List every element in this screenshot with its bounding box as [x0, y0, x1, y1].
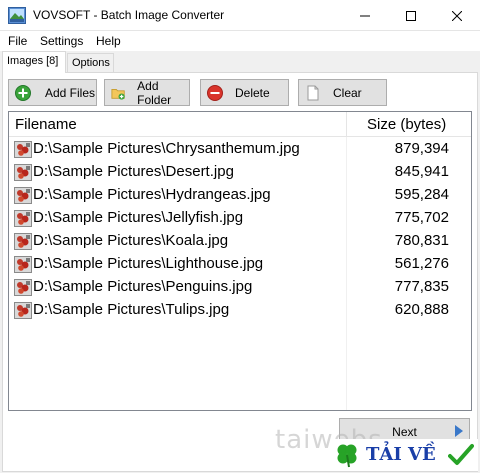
filename-cell: D:\Sample Pictures\Koala.jpg: [33, 232, 229, 249]
minimize-icon: [360, 15, 370, 16]
add-folder-button[interactable]: Add Folder: [104, 78, 190, 107]
image-file-icon: [14, 256, 32, 273]
checkmark-icon: [448, 444, 474, 465]
badge-text: TẢI VỀ: [366, 444, 436, 465]
close-icon: [452, 10, 462, 21]
add-files-button[interactable]: Add Files: [8, 79, 97, 106]
image-file-icon: [14, 164, 32, 181]
table-row[interactable]: D:\Sample Pictures\Chrysanthemum.jpg 879,…: [9, 138, 471, 161]
list-header: Filename Size (bytes): [9, 112, 471, 137]
add-folder-label: Add Folder: [137, 78, 172, 107]
minimize-button[interactable]: [342, 0, 388, 31]
table-row[interactable]: D:\Sample Pictures\Lighthouse.jpg 561,276: [9, 253, 471, 276]
table-row[interactable]: D:\Sample Pictures\Jellyfish.jpg 775,702: [9, 207, 471, 230]
table-row[interactable]: D:\Sample Pictures\Koala.jpg 780,831: [9, 230, 471, 253]
next-label: Next: [392, 424, 417, 439]
column-header-filename[interactable]: Filename: [15, 116, 77, 133]
table-row[interactable]: D:\Sample Pictures\Hydrangeas.jpg 595,284: [9, 184, 471, 207]
image-file-icon: [14, 141, 32, 158]
menu-file[interactable]: File: [8, 34, 27, 48]
filename-cell: D:\Sample Pictures\Hydrangeas.jpg: [33, 186, 271, 203]
column-header-size[interactable]: Size (bytes): [367, 116, 446, 133]
blank-page-icon: [307, 85, 319, 100]
size-cell: 620,888: [394, 301, 449, 318]
filename-cell: D:\Sample Pictures\Tulips.jpg: [33, 301, 230, 318]
size-cell: 775,702: [394, 209, 449, 226]
title-bar: VOVSOFT - Batch Image Converter: [0, 0, 480, 31]
image-file-icon: [14, 302, 32, 319]
image-file-icon: [14, 187, 32, 204]
size-cell: 845,941: [394, 163, 449, 180]
filename-cell: D:\Sample Pictures\Penguins.jpg: [33, 278, 253, 295]
table-row[interactable]: D:\Sample Pictures\Tulips.jpg 620,888: [9, 299, 471, 322]
menu-help[interactable]: Help: [96, 34, 121, 48]
clear-label: Clear: [333, 85, 362, 100]
size-cell: 561,276: [394, 255, 449, 272]
delete-label: Delete: [235, 85, 270, 100]
size-cell: 879,394: [394, 140, 449, 157]
clear-button[interactable]: Clear: [298, 79, 387, 106]
close-button[interactable]: [434, 0, 480, 31]
clover-icon: [337, 444, 357, 468]
filename-cell: D:\Sample Pictures\Lighthouse.jpg: [33, 255, 264, 272]
filename-cell: D:\Sample Pictures\Desert.jpg: [33, 163, 234, 180]
delete-button[interactable]: Delete: [200, 79, 289, 106]
add-icon: [15, 84, 31, 101]
column-separator[interactable]: [346, 112, 347, 137]
tab-options[interactable]: Options: [67, 53, 114, 73]
image-file-icon: [14, 279, 32, 296]
image-file-icon: [14, 233, 32, 250]
window-title: VOVSOFT - Batch Image Converter: [33, 8, 225, 22]
add-files-label: Add Files: [45, 85, 96, 100]
tab-images[interactable]: Images [8]: [2, 51, 66, 73]
maximize-button[interactable]: [388, 0, 434, 31]
folder-add-icon: [111, 88, 125, 100]
maximize-icon: [406, 10, 416, 21]
size-cell: 777,835: [394, 278, 449, 295]
menu-bar: File Settings Help: [0, 31, 480, 51]
file-list[interactable]: Filename Size (bytes) D:\Sample Pictures…: [8, 111, 472, 411]
delete-icon: [207, 84, 223, 101]
arrow-right-icon: [455, 425, 463, 437]
app-icon: [8, 7, 26, 24]
filename-cell: D:\Sample Pictures\Jellyfish.jpg: [33, 209, 244, 226]
size-cell: 595,284: [394, 186, 449, 203]
table-row[interactable]: D:\Sample Pictures\Desert.jpg 845,941: [9, 161, 471, 184]
menu-settings[interactable]: Settings: [40, 34, 83, 48]
download-badge: TẢI VỀ: [332, 439, 478, 471]
table-row[interactable]: D:\Sample Pictures\Penguins.jpg 777,835: [9, 276, 471, 299]
image-file-icon: [14, 210, 32, 227]
filename-cell: D:\Sample Pictures\Chrysanthemum.jpg: [33, 140, 300, 157]
size-cell: 780,831: [394, 232, 449, 249]
